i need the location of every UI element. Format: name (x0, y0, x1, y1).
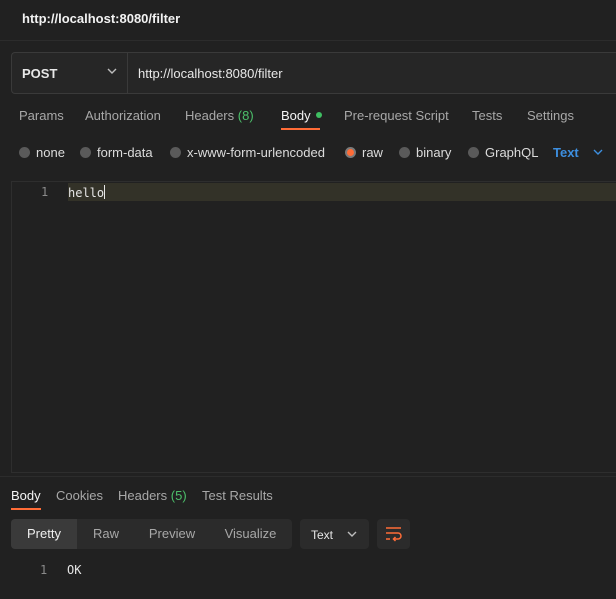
radio-none[interactable]: none (19, 145, 65, 160)
line-number: 1 (40, 563, 48, 577)
radio-graphql[interactable]: GraphQL (468, 145, 538, 160)
request-title-bar: http://localhost:8080/filter (0, 0, 616, 40)
radio-circle (170, 147, 181, 158)
response-tab-test-results[interactable]: Test Results (202, 488, 273, 503)
view-raw[interactable]: Raw (77, 519, 135, 549)
divider (0, 476, 616, 477)
radio-form-data[interactable]: form-data (80, 145, 153, 160)
wrap-lines-icon (386, 527, 402, 542)
radio-circle-selected (345, 147, 356, 158)
response-tabs: Body Cookies Headers (5) Test Results (0, 483, 616, 511)
radio-raw[interactable]: raw (345, 145, 383, 160)
radio-circle (19, 147, 30, 158)
tab-pre-request-script[interactable]: Pre-request Script (344, 108, 449, 123)
request-body-editor[interactable]: 1 hello (11, 181, 616, 473)
tab-tests[interactable]: Tests (472, 108, 502, 123)
response-tab-cookies[interactable]: Cookies (56, 488, 103, 503)
body-type-selector: none form-data x-www-form-urlencoded raw… (0, 140, 616, 164)
divider (0, 40, 616, 41)
code-line[interactable]: hello (68, 185, 106, 200)
radio-binary[interactable]: binary (399, 145, 451, 160)
format-label: Text (311, 528, 334, 542)
url-input[interactable]: http://localhost:8080/filter (138, 66, 283, 81)
response-tab-headers[interactable]: Headers (5) (118, 488, 187, 503)
active-tab-underline (11, 508, 41, 510)
response-format-dropdown[interactable]: Text (300, 519, 369, 549)
request-tabs: Params Authorization Headers (8) Body Pr… (0, 100, 616, 134)
view-pretty[interactable]: Pretty (11, 519, 77, 549)
active-tab-underline (281, 128, 320, 130)
wrap-lines-button[interactable] (377, 519, 410, 549)
tab-authorization[interactable]: Authorization (85, 108, 161, 123)
chevron-down-icon (347, 531, 357, 537)
tab-headers[interactable]: Headers (8) (185, 108, 254, 123)
request-title[interactable]: http://localhost:8080/filter (22, 11, 180, 26)
tab-body[interactable]: Body (281, 108, 322, 123)
view-preview[interactable]: Preview (135, 519, 209, 549)
body-indicator-dot (315, 112, 322, 118)
active-line-highlight (68, 183, 616, 201)
tab-settings[interactable]: Settings (527, 108, 574, 123)
url-bar: POST http://localhost:8080/filter (11, 52, 616, 94)
radio-circle (80, 147, 91, 158)
response-body-line[interactable]: OK (67, 563, 81, 577)
view-visualize[interactable]: Visualize (209, 519, 292, 549)
chevron-down-icon[interactable] (592, 146, 604, 158)
method-dropdown[interactable]: POST (12, 53, 128, 93)
response-tab-body[interactable]: Body (11, 488, 41, 503)
response-view-mode: Pretty Raw Preview Visualize (11, 519, 292, 549)
raw-format-dropdown[interactable]: Text (553, 145, 579, 160)
radio-x-www-form-urlencoded[interactable]: x-www-form-urlencoded (170, 145, 325, 160)
method-label: POST (22, 66, 58, 81)
tab-params[interactable]: Params (19, 108, 64, 123)
headers-count: (5) (170, 488, 187, 503)
text-cursor (104, 185, 106, 199)
radio-circle (399, 147, 410, 158)
radio-circle (468, 147, 479, 158)
headers-count: (8) (237, 108, 254, 123)
chevron-down-icon (107, 68, 117, 74)
line-number: 1 (41, 185, 49, 199)
